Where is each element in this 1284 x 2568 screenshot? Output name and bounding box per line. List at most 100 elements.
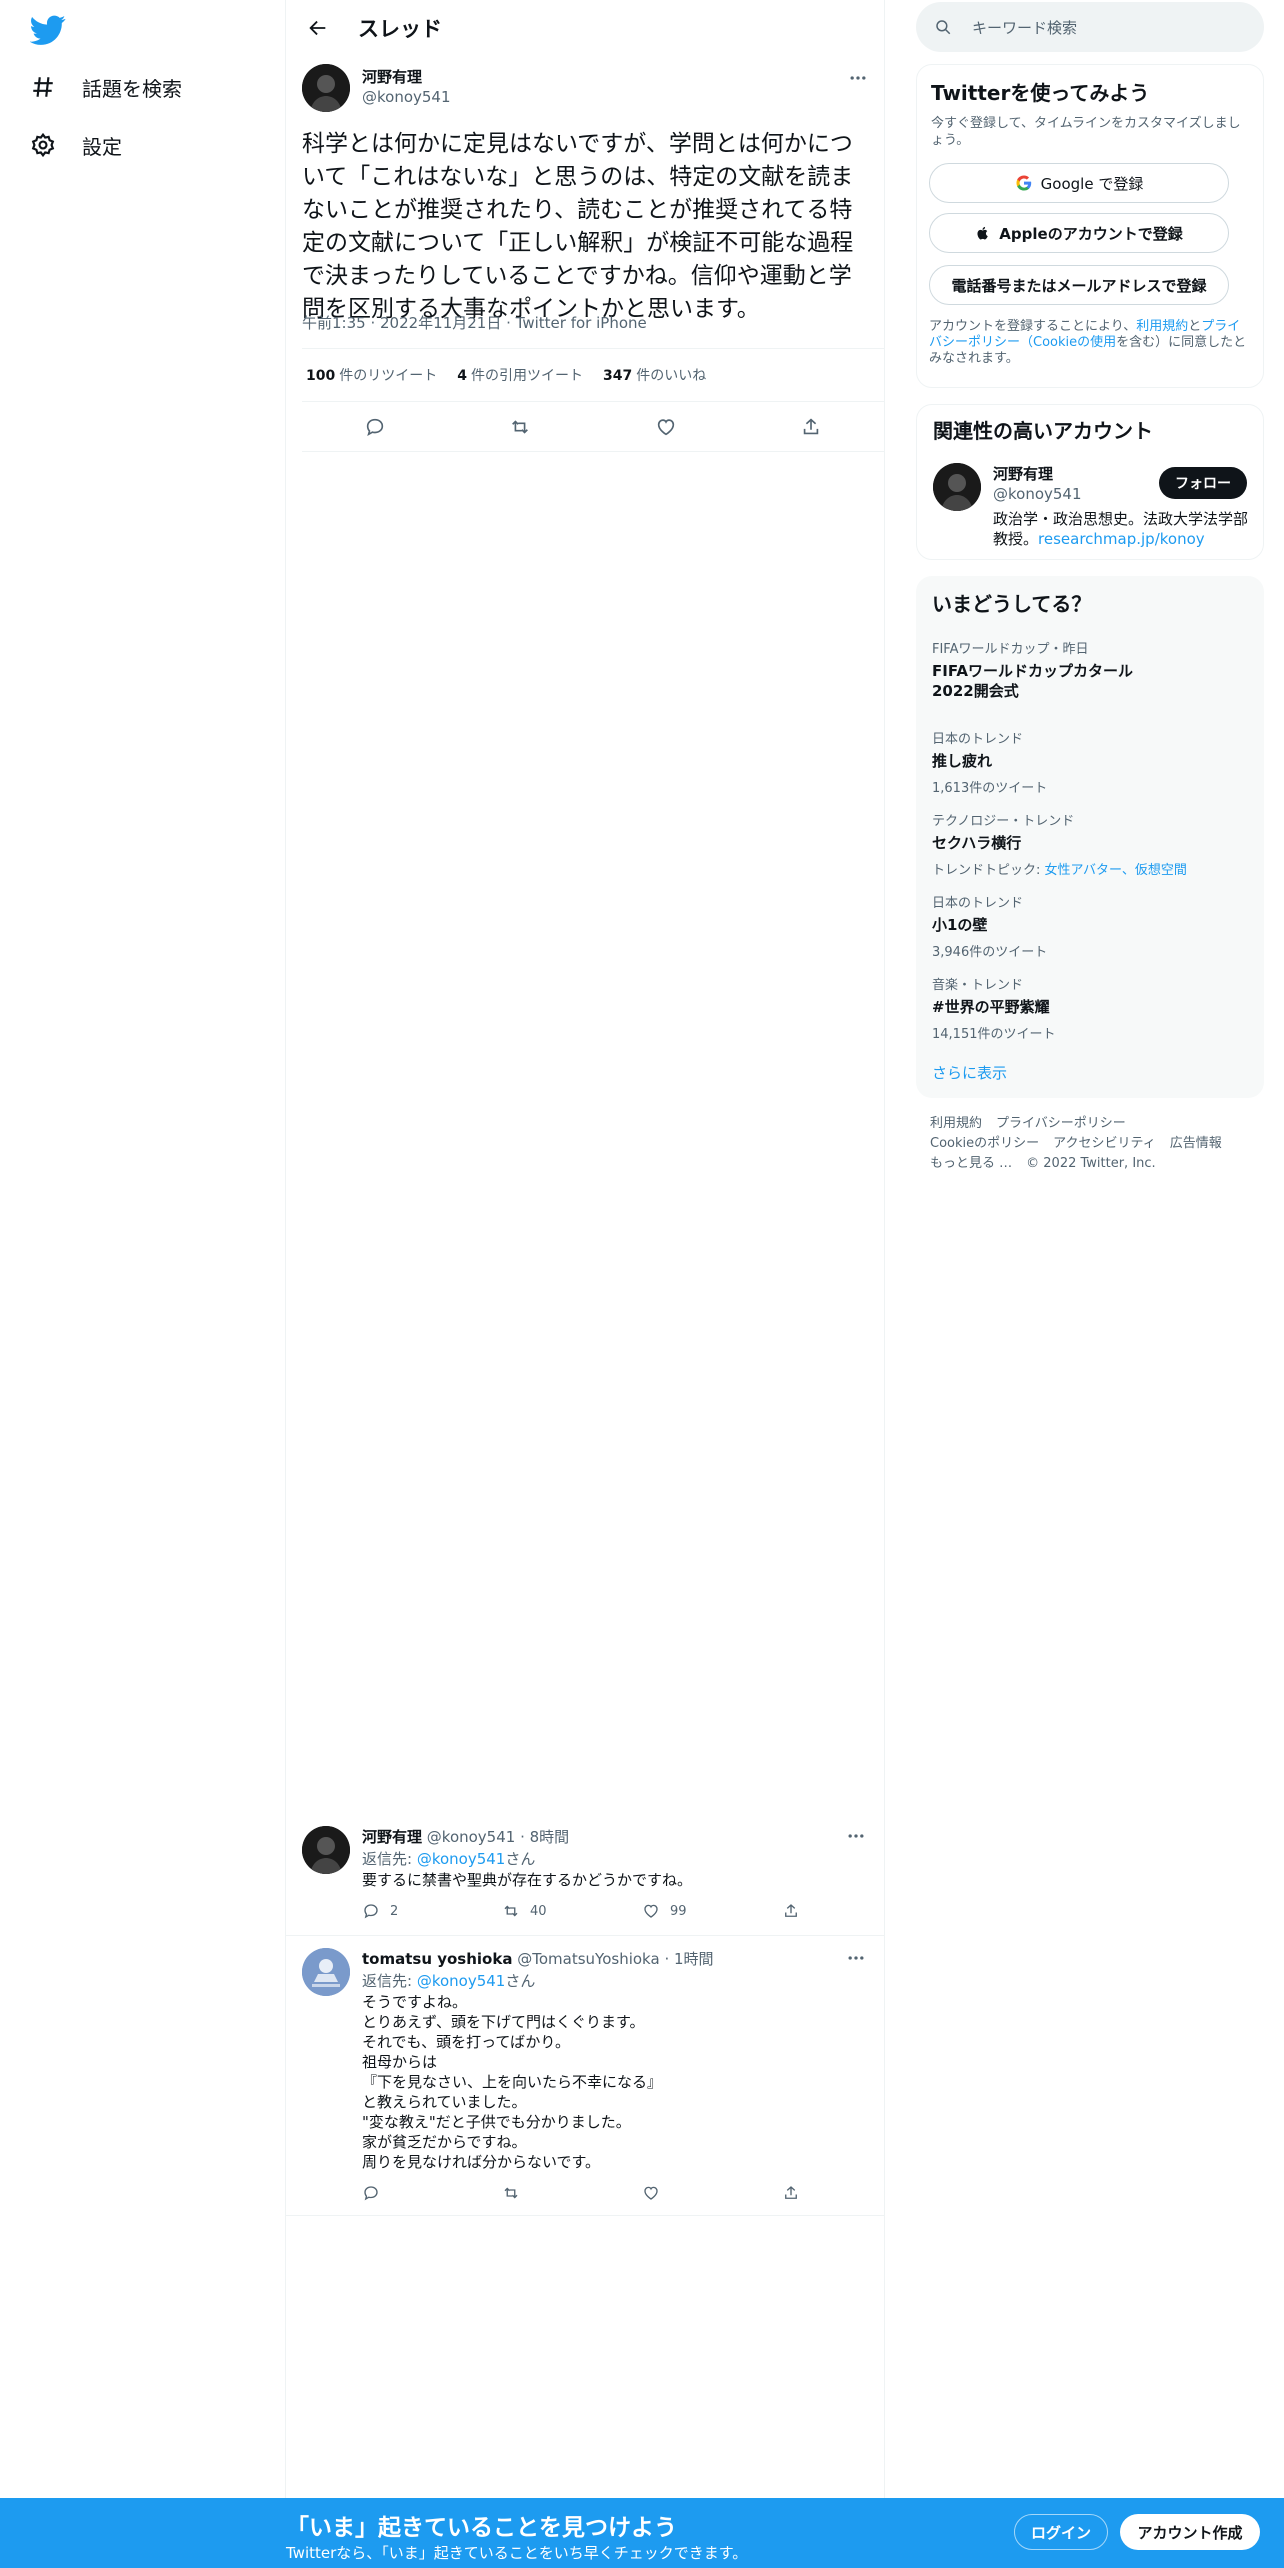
reply-tweet[interactable]: tomatsu yoshioka @TomatsuYoshioka · 1時間 … bbox=[286, 1936, 884, 2216]
tweet-stats: 100 件のリツイート 4 件の引用ツイート 347 件のいいね bbox=[302, 348, 884, 402]
search-icon bbox=[934, 18, 952, 36]
bio-link[interactable]: researchmap.jp/konoy bbox=[1038, 530, 1205, 548]
search-input[interactable]: キーワード検索 bbox=[972, 17, 1077, 38]
reply-text: 要するに禁書や聖典が存在するかどうかですね。 bbox=[362, 1871, 693, 1889]
avatar[interactable] bbox=[302, 1826, 350, 1874]
reply-header: 河野有理 @konoy541 · 8時間 bbox=[362, 1828, 570, 1846]
share-icon[interactable] bbox=[800, 416, 822, 438]
trends-title: いまどうしてる？ bbox=[932, 592, 1092, 616]
banner-title: 「いま」起きていることを見つけよう bbox=[286, 2515, 677, 2541]
related-account-name[interactable]: 河野有理 bbox=[993, 463, 1053, 484]
footer-ads[interactable]: 広告情報 bbox=[1170, 1136, 1222, 1151]
quote-stat[interactable]: 4 件の引用ツイート bbox=[457, 365, 583, 385]
reply-to-link[interactable]: @konoy541 bbox=[417, 1972, 506, 1990]
login-button[interactable]: ログイン bbox=[1014, 2514, 1108, 2550]
retweet-icon[interactable] bbox=[509, 416, 531, 438]
tweet-author-handle[interactable]: @konoy541 bbox=[362, 88, 451, 106]
nav-settings-label: 設定 bbox=[82, 134, 122, 159]
tweet-meta: 午前1:35 · 2022年11月21日 · Twitter for iPhon… bbox=[302, 314, 647, 332]
related-title: 関連性の高いアカウント bbox=[933, 419, 1153, 443]
twitter-logo-icon[interactable] bbox=[30, 12, 66, 48]
tweet-date[interactable]: 2022年11月21日 bbox=[380, 314, 501, 332]
apple-signup-button[interactable]: Appleのアカウントで登録 bbox=[929, 213, 1229, 253]
retweet-button[interactable] bbox=[502, 2184, 602, 2202]
reply-header: tomatsu yoshioka @TomatsuYoshioka · 1時間 bbox=[362, 1950, 714, 1968]
retweet-button[interactable]: 40 bbox=[502, 1902, 602, 1920]
follow-button[interactable]: フォロー bbox=[1159, 467, 1247, 499]
share-icon[interactable] bbox=[782, 1902, 802, 1920]
footer-privacy[interactable]: プライバシーポリシー bbox=[996, 1116, 1126, 1131]
terms-link[interactable]: 利用規約 bbox=[1136, 319, 1188, 334]
reply-icon[interactable] bbox=[364, 416, 386, 438]
share-icon[interactable] bbox=[782, 2184, 802, 2202]
like-stat[interactable]: 347 件のいいね bbox=[603, 365, 706, 385]
reply-text: そうですよね。 とりあえず、頭を下げて門はくぐります。 それでも、頭を打ってばか… bbox=[362, 1993, 663, 2171]
gear-icon bbox=[30, 132, 56, 158]
reply-author-name[interactable]: tomatsu yoshioka bbox=[362, 1950, 512, 1968]
trend-topics[interactable]: 女性アバター、仮想空間 bbox=[1045, 863, 1187, 878]
reply-to-line: 返信先: @konoy541さん bbox=[362, 1850, 536, 1868]
page-title: スレッド bbox=[358, 17, 442, 41]
related-accounts-card: 関連性の高いアカウント 河野有理 @konoy541 フォロー 政治学・政治思想… bbox=[916, 404, 1264, 560]
footer-links: 利用規約 プライバシーポリシー Cookieのポリシー アクセシビリティ 広告情報 も… bbox=[930, 1114, 1250, 1174]
tweet-source: Twitter for iPhone bbox=[515, 314, 647, 332]
reply-to-line: 返信先: @konoy541さん bbox=[362, 1972, 536, 1990]
footer-accessibility[interactable]: アクセシビリティ bbox=[1053, 1136, 1156, 1151]
signup-banner: 「いま」起きていることを見つけよう Twitterなら、「いま」起きていることを… bbox=[0, 2498, 1284, 2568]
trend-item[interactable]: FIFAワールドカップ・昨日 FIFAワールドカップカタール2022開会式 bbox=[932, 638, 1252, 701]
reply-tweet[interactable]: 河野有理 @konoy541 · 8時間 返信先: @konoy541さん 要す… bbox=[286, 1814, 884, 1936]
signup-subtitle: 今すぐ登録して、タイムラインをカスタマイズしましょう。 bbox=[931, 116, 1241, 148]
more-icon[interactable] bbox=[844, 1824, 868, 1848]
more-icon[interactable] bbox=[844, 1946, 868, 1970]
reply-time[interactable]: 8時間 bbox=[530, 1828, 570, 1846]
google-icon bbox=[1015, 174, 1033, 192]
back-arrow-icon[interactable] bbox=[300, 10, 336, 46]
banner-subtitle: Twitterなら、「いま」起きていることをいち早くチェックできます。 bbox=[286, 2544, 748, 2562]
search-box[interactable]: キーワード検索 bbox=[916, 2, 1264, 52]
footer-cookies[interactable]: Cookieのポリシー bbox=[930, 1136, 1039, 1151]
footer-more[interactable]: もっと見る … bbox=[930, 1156, 1012, 1171]
reply-author-name[interactable]: 河野有理 bbox=[362, 1828, 422, 1846]
footer-terms[interactable]: 利用規約 bbox=[930, 1116, 982, 1131]
hashtag-icon bbox=[30, 74, 56, 100]
like-icon[interactable] bbox=[655, 416, 677, 438]
google-signup-button[interactable]: Google で登録 bbox=[929, 163, 1229, 203]
nav-explore[interactable]: 話題を検索 bbox=[30, 64, 182, 110]
show-more-link[interactable]: さらに表示 bbox=[932, 1062, 1007, 1083]
signup-title: Twitterを使ってみよう bbox=[931, 81, 1150, 105]
signup-card: Twitterを使ってみよう 今すぐ登録して、タイムラインをカスタマイズしましょ… bbox=[916, 64, 1264, 388]
nav-settings[interactable]: 設定 bbox=[30, 122, 122, 168]
like-button[interactable] bbox=[642, 2184, 742, 2202]
footer-copyright: © 2022 Twitter, Inc. bbox=[1026, 1156, 1156, 1171]
avatar[interactable] bbox=[302, 64, 350, 112]
nav-explore-label: 話題を検索 bbox=[82, 76, 182, 101]
reply-time[interactable]: 1時間 bbox=[674, 1950, 714, 1968]
reply-actions bbox=[362, 2184, 802, 2202]
signup-legal: アカウントを登録することにより、利用規約とプライバシーポリシー（Cookieの使… bbox=[929, 319, 1247, 366]
trends-card: いまどうしてる？ FIFAワールドカップ・昨日 FIFAワールドカップカタール2… bbox=[916, 576, 1264, 1098]
tweet-author-name[interactable]: 河野有理 bbox=[362, 66, 422, 87]
reply-to-link[interactable]: @konoy541 bbox=[417, 1850, 506, 1868]
like-button[interactable]: 99 bbox=[642, 1902, 742, 1920]
retweet-stat[interactable]: 100 件のリツイート bbox=[306, 365, 437, 385]
reply-author-handle[interactable]: @konoy541 bbox=[427, 1828, 516, 1846]
reply-actions: 2 40 99 bbox=[362, 1902, 802, 1920]
create-account-button[interactable]: アカウント作成 bbox=[1120, 2514, 1260, 2550]
avatar[interactable] bbox=[933, 463, 981, 511]
trend-item[interactable]: テクノロジー・トレンド セクハラ横行 トレンドトピック: 女性アバター、仮想空間 bbox=[932, 810, 1252, 878]
tweet-time[interactable]: 午前1:35 bbox=[302, 314, 366, 332]
reply-author-handle[interactable]: @TomatsuYoshioka bbox=[517, 1950, 659, 1968]
tweet-actions bbox=[302, 402, 884, 452]
related-account-handle[interactable]: @konoy541 bbox=[993, 485, 1082, 503]
apple-icon bbox=[975, 225, 991, 241]
trend-item[interactable]: 日本のトレンド 推し疲れ 1,613件のツイート bbox=[932, 728, 1252, 796]
trend-item[interactable]: 音楽・トレンド #世界の平野紫耀 14,151件のツイート bbox=[932, 974, 1252, 1042]
trend-item[interactable]: 日本のトレンド 小1の壁 3,946件のツイート bbox=[932, 892, 1252, 960]
reply-button[interactable] bbox=[362, 2184, 462, 2202]
avatar[interactable] bbox=[302, 1948, 350, 1996]
reply-button[interactable]: 2 bbox=[362, 1902, 462, 1920]
related-account-bio: 政治学・政治思想史。法政大学法学部教授。researchmap.jp/konoy bbox=[993, 510, 1249, 548]
more-icon[interactable] bbox=[846, 66, 870, 90]
thread-header: スレッド bbox=[286, 0, 884, 56]
phone-email-signup-button[interactable]: 電話番号またはメールアドレスで登録 bbox=[929, 265, 1229, 305]
